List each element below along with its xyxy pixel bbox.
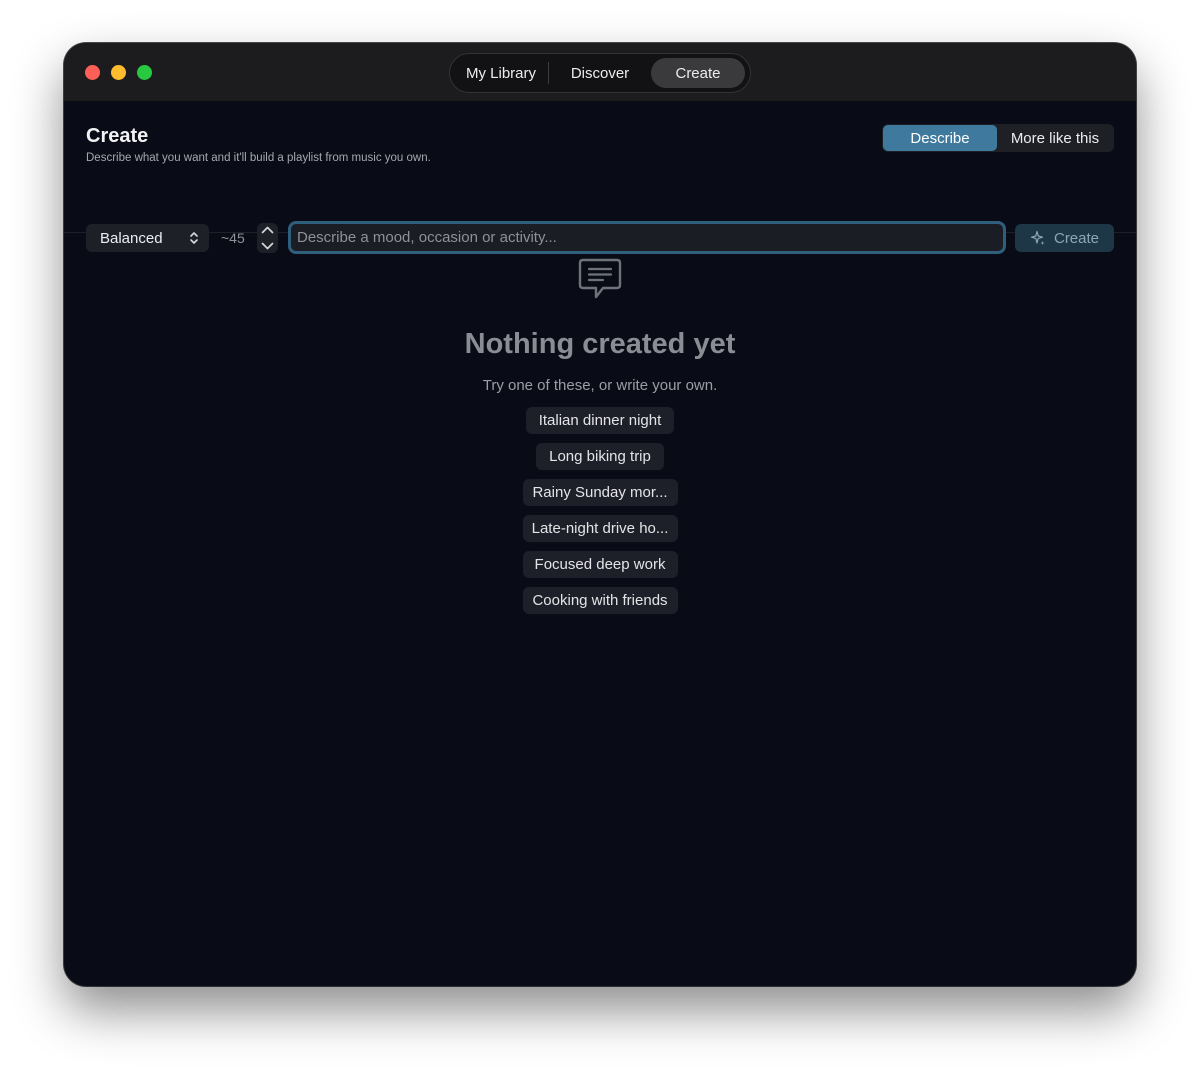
- create-header: Create Describe what you want and it'll …: [64, 101, 1136, 254]
- mode-more-like-this-button[interactable]: More like this: [997, 125, 1113, 151]
- tab-my-library[interactable]: My Library: [454, 58, 548, 88]
- main-navigation: My Library Discover Create: [449, 53, 751, 93]
- chat-bubble-icon: [578, 258, 622, 299]
- suggestion-chip[interactable]: Italian dinner night: [525, 407, 675, 434]
- title-bar: My Library Discover Create: [64, 43, 1136, 101]
- suggestion-list: Italian dinner night Long biking trip Ra…: [64, 407, 1136, 614]
- suggestion-chip[interactable]: Rainy Sunday mor...: [522, 479, 678, 506]
- suggestion-chip[interactable]: Cooking with friends: [522, 587, 678, 614]
- empty-state: Nothing created yet Try one of these, or…: [64, 233, 1136, 986]
- suggestion-chip[interactable]: Long biking trip: [536, 443, 664, 470]
- empty-state-subtitle: Try one of these, or write your own.: [482, 377, 718, 394]
- app-window: My Library Discover Create Create Descri…: [64, 43, 1136, 986]
- mode-segmented-control: Describe More like this: [882, 124, 1114, 152]
- suggestion-chip[interactable]: Late-night drive ho...: [522, 515, 678, 542]
- tab-create[interactable]: Create: [651, 58, 745, 88]
- minimize-window-button[interactable]: [111, 65, 126, 80]
- empty-state-title: Nothing created yet: [464, 328, 736, 360]
- close-window-button[interactable]: [85, 65, 100, 80]
- page-title: Create: [86, 125, 149, 147]
- maximize-window-button[interactable]: [137, 65, 152, 80]
- mode-describe-button[interactable]: Describe: [883, 125, 997, 151]
- suggestion-chip[interactable]: Focused deep work: [522, 551, 678, 578]
- tab-discover[interactable]: Discover: [549, 58, 651, 88]
- page-subtitle: Describe what you want and it'll build a…: [86, 152, 431, 164]
